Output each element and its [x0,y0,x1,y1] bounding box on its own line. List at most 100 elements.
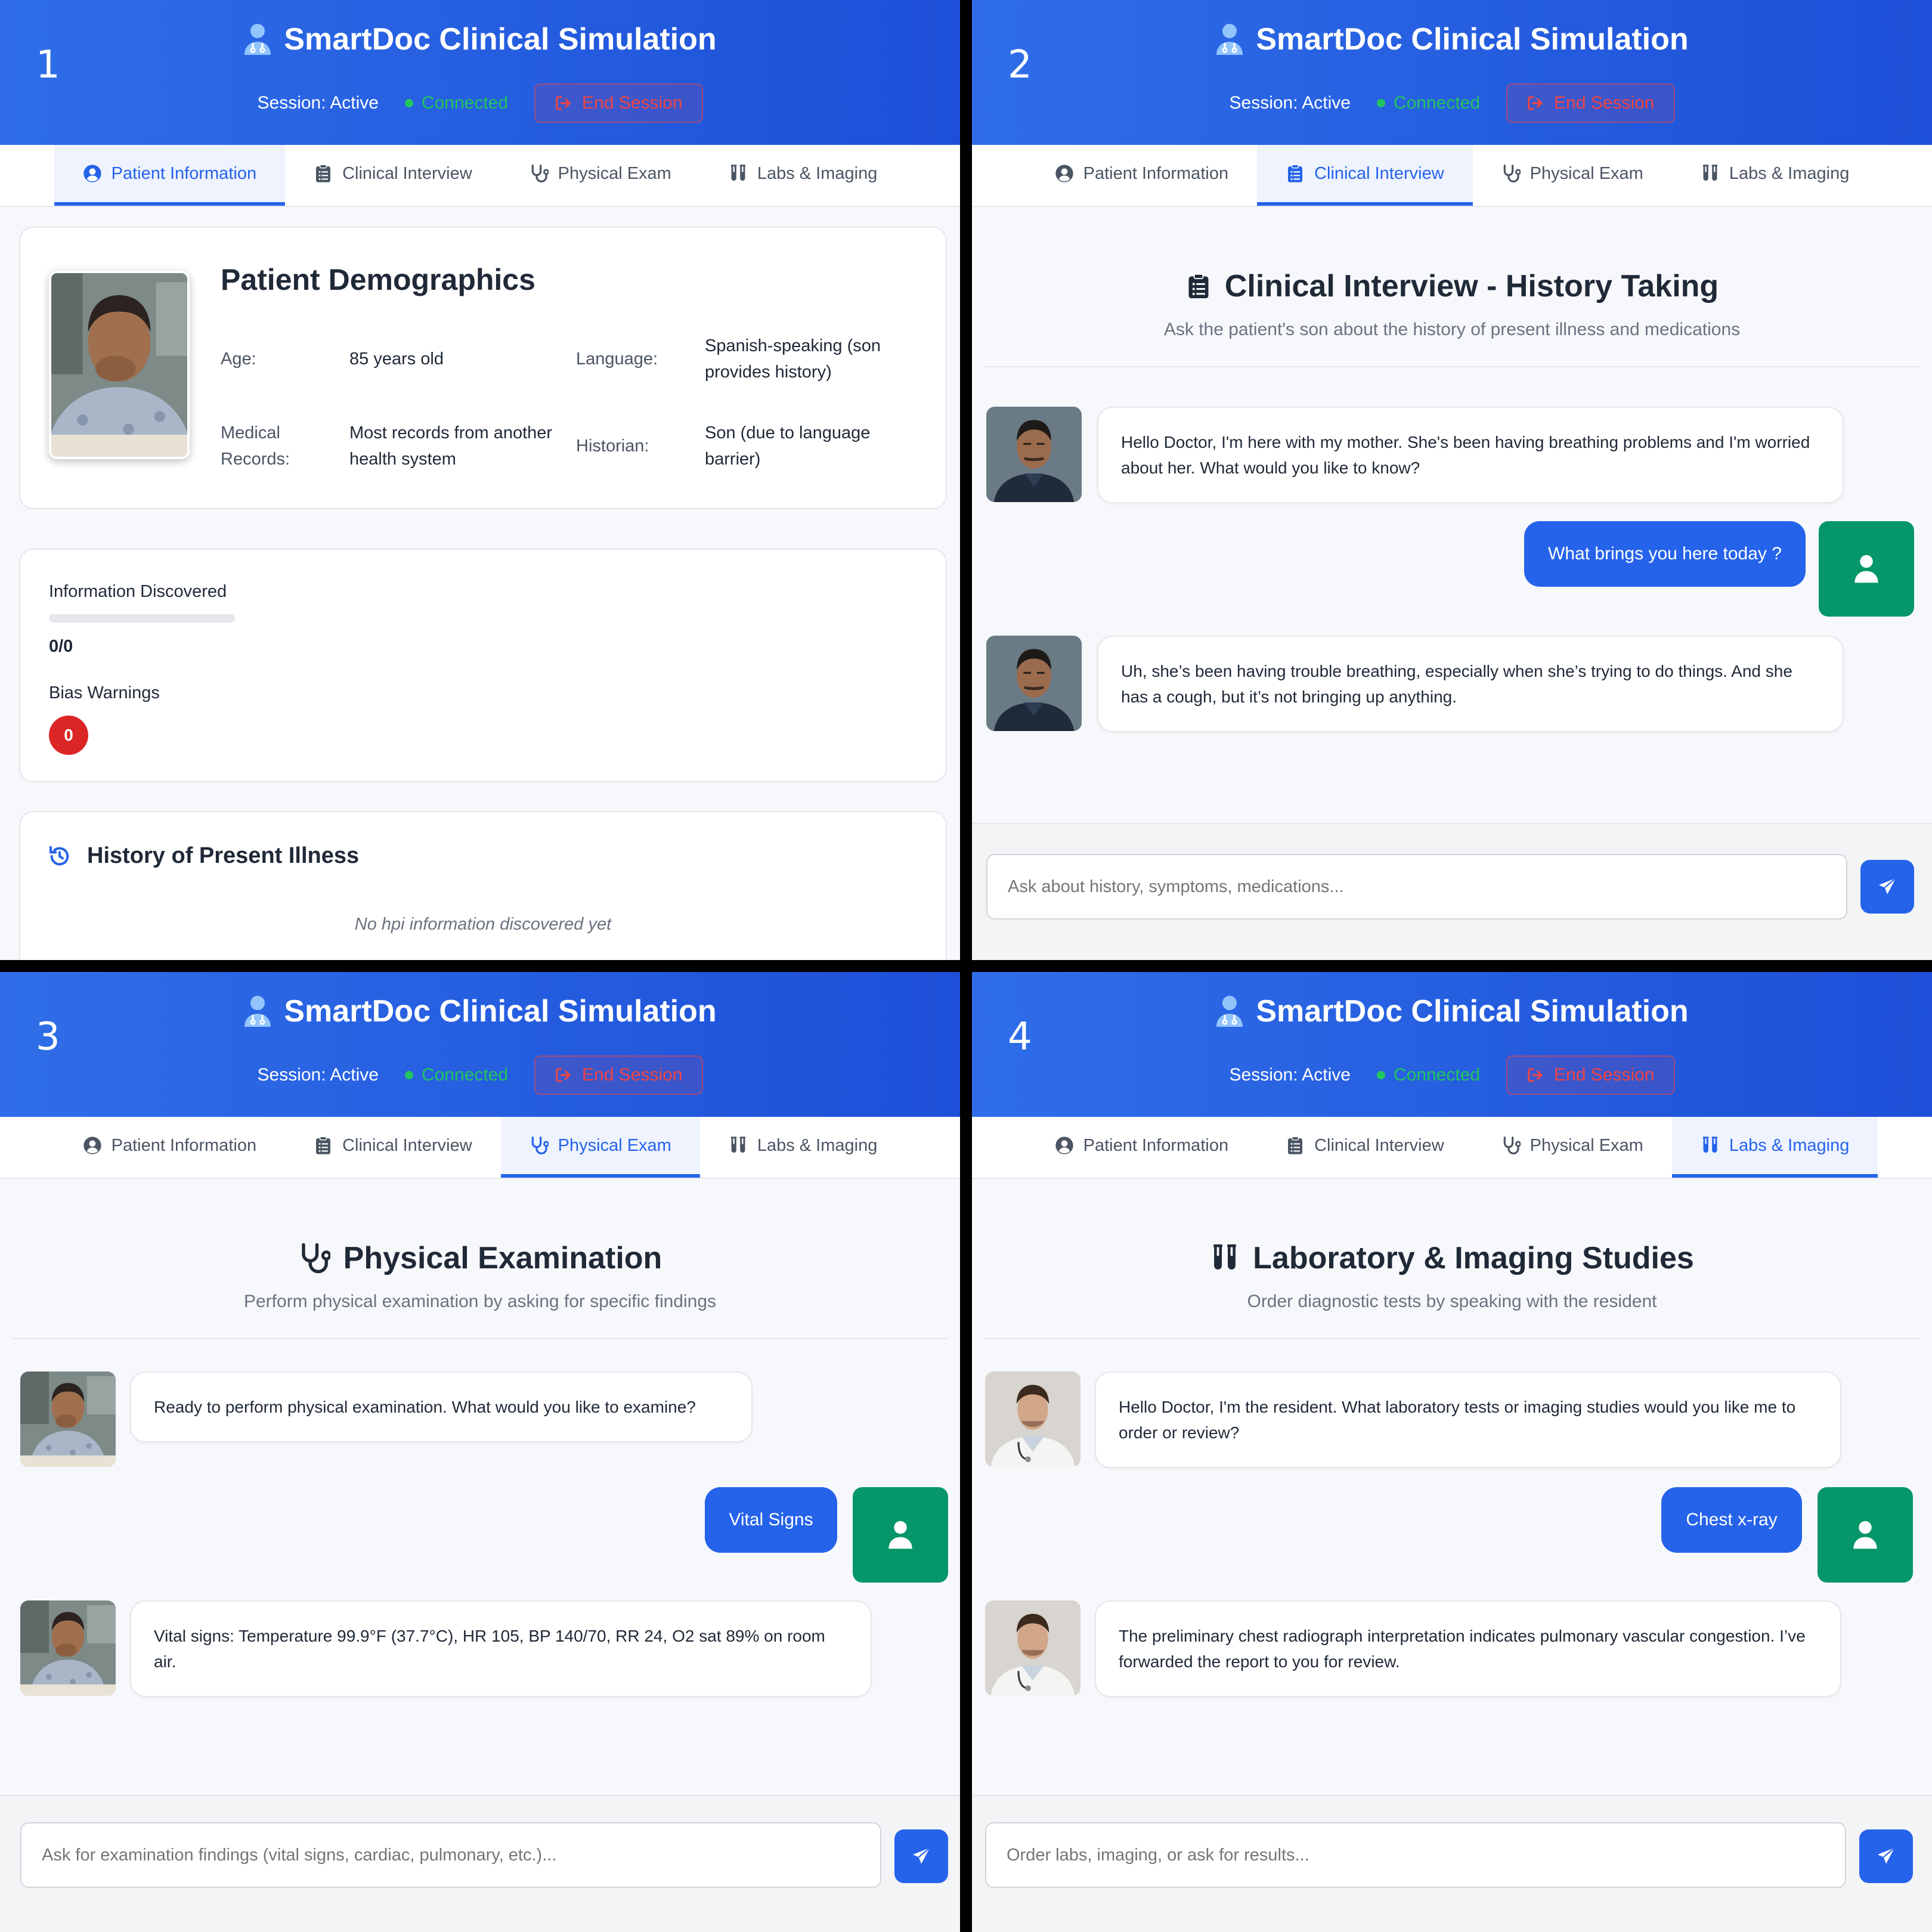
tab-label: Clinical Interview [1314,163,1444,183]
sign-out-icon [555,94,572,112]
app-title: SmartDoc Clinical Simulation [0,993,960,1029]
end-session-label: End Session [1554,93,1655,113]
doctor-icon [243,23,272,56]
connection-label: Connected [1393,1065,1481,1085]
bias-warnings-label: Bias Warnings [49,683,160,702]
sign-out-icon [1527,1066,1544,1084]
chat-title-text: Laboratory & Imaging Studies [1253,1241,1694,1275]
doctor-icon [1853,554,1880,584]
bias-warnings-badge: 0 [49,716,88,755]
son-message: Uh, she’s been having trouble breathing,… [1097,636,1844,732]
historian-label: Historian: [576,436,649,456]
tab-label: Patient Information [1083,163,1229,183]
stethoscope-icon [1501,164,1521,183]
screenshot-grid: 1 SmartDoc Clinical Simulation Session: … [0,0,1932,1932]
tab-clinical-interview[interactable]: Clinical Interview [1257,145,1473,206]
session-status: Session: Active [1229,1065,1351,1085]
tab-patient-information[interactable]: Patient Information [1026,1117,1257,1178]
send-button[interactable] [1859,1829,1913,1883]
doctor-avatar [1818,1487,1913,1583]
chat-title-text: Physical Examination [343,1241,662,1275]
doctor-icon [1215,995,1244,1028]
medical-records-label: Medical Records: [221,423,290,469]
app-header: 3 SmartDoc Clinical Simulation Session: … [0,972,960,1117]
hpi-card: History of Present Illness No hpi inform… [19,811,947,960]
resident-avatar [985,1600,1080,1696]
chat-subtitle: Perform physical examination by asking f… [243,1292,717,1311]
chat-input[interactable] [20,1822,881,1888]
end-session-button[interactable]: End Session [1506,1055,1675,1095]
app-header: 1 SmartDoc Clinical Simulation Session: … [0,0,960,145]
tab-label: Physical Exam [1530,1135,1643,1155]
history-icon [48,844,72,868]
doctor-icon [1215,23,1244,56]
status-dot-icon [404,99,413,107]
status-dot-icon [404,1071,413,1079]
test-tubes-icon [1701,164,1720,183]
tab-label: Patient Information [1083,1135,1229,1155]
session-bar: Session: Active Connected End Session [0,83,960,123]
end-session-button[interactable]: End Session [1506,83,1675,123]
chat-header: Physical Examination Perform physical ex… [0,1240,960,1312]
sign-out-icon [1527,94,1544,112]
panel-labs-imaging: 4 SmartDoc Clinical Simulation Session: … [972,972,1932,1932]
clipboard-icon [1185,271,1212,302]
end-session-button[interactable]: End Session [534,83,703,123]
chat-input[interactable] [985,1822,1846,1888]
tab-label: Labs & Imaging [757,1135,878,1155]
resident-avatar [985,1371,1080,1467]
panel-physical-exam: 3 SmartDoc Clinical Simulation Session: … [0,972,960,1932]
chat-header: Clinical Interview - History Taking Ask … [972,268,1932,340]
tab-physical-exam[interactable]: Physical Exam [1473,145,1672,206]
connection-status: Connected [1376,93,1480,113]
chat-title: Clinical Interview - History Taking [972,268,1932,304]
test-tubes-icon [729,164,748,183]
tab-patient-information[interactable]: Patient Information [54,1117,285,1178]
chat-title-text: Clinical Interview - History Taking [1224,269,1719,304]
hpi-header: History of Present Illness [48,843,359,869]
send-button[interactable] [894,1829,948,1883]
chat-input-area [972,823,1932,960]
tab-patient-information[interactable]: Patient Information [1026,145,1257,206]
tab-labs-imaging[interactable]: Labs & Imaging [1671,1117,1878,1178]
user-circle-icon [83,164,102,183]
hpi-title: History of Present Illness [87,843,360,868]
chat-subtitle: Order diagnostic tests by speaking with … [1247,1292,1657,1311]
session-bar: Session: Active Connected End Session [972,1055,1932,1095]
doctor-icon [1852,1520,1878,1550]
tab-clinical-interview[interactable]: Clinical Interview [1257,1117,1473,1178]
doctor-icon [243,995,272,1028]
chat-input[interactable] [986,854,1847,919]
tab-labs-imaging[interactable]: Labs & Imaging [700,1117,906,1178]
patient-avatar [20,1371,116,1467]
doctor-message: Vital Signs [705,1487,837,1553]
session-bar: Session: Active Connected End Session [972,83,1932,123]
doctor-message: What brings you here today ? [1524,521,1806,587]
tab-physical-exam[interactable]: Physical Exam [500,1117,700,1178]
stethoscope-icon [530,164,549,183]
sign-out-icon [555,1066,572,1084]
tab-bar: Patient Information Clinical Interview P… [0,145,960,207]
doctor-message: Chest x-ray [1661,1487,1802,1553]
tab-labs-imaging[interactable]: Labs & Imaging [1672,145,1878,206]
tab-patient-information[interactable]: Patient Information [54,145,286,206]
test-tubes-icon [729,1136,748,1155]
status-dot-icon [1376,1071,1385,1079]
connection-status: Connected [1376,1065,1481,1085]
app-header: 4 SmartDoc Clinical Simulation Session: … [972,972,1932,1117]
clipboard-icon [1286,1136,1305,1155]
tab-physical-exam[interactable]: Physical Exam [1473,1117,1672,1178]
tab-label: Labs & Imaging [1729,163,1850,183]
user-circle-icon [1055,164,1074,183]
tab-clinical-interview[interactable]: Clinical Interview [285,1117,501,1178]
app-title-text: SmartDoc Clinical Simulation [284,22,717,57]
send-button[interactable] [1860,860,1914,914]
doctor-icon [887,1520,914,1550]
progress-card: Information Discovered 0/0 Bias Warnings… [19,549,947,782]
end-session-button[interactable]: End Session [534,1055,703,1095]
tab-physical-exam[interactable]: Physical Exam [501,145,700,206]
stethoscope-icon [1501,1136,1521,1155]
tab-labs-imaging[interactable]: Labs & Imaging [700,145,906,206]
end-session-label: End Session [582,1065,683,1085]
tab-clinical-interview[interactable]: Clinical Interview [285,145,501,206]
